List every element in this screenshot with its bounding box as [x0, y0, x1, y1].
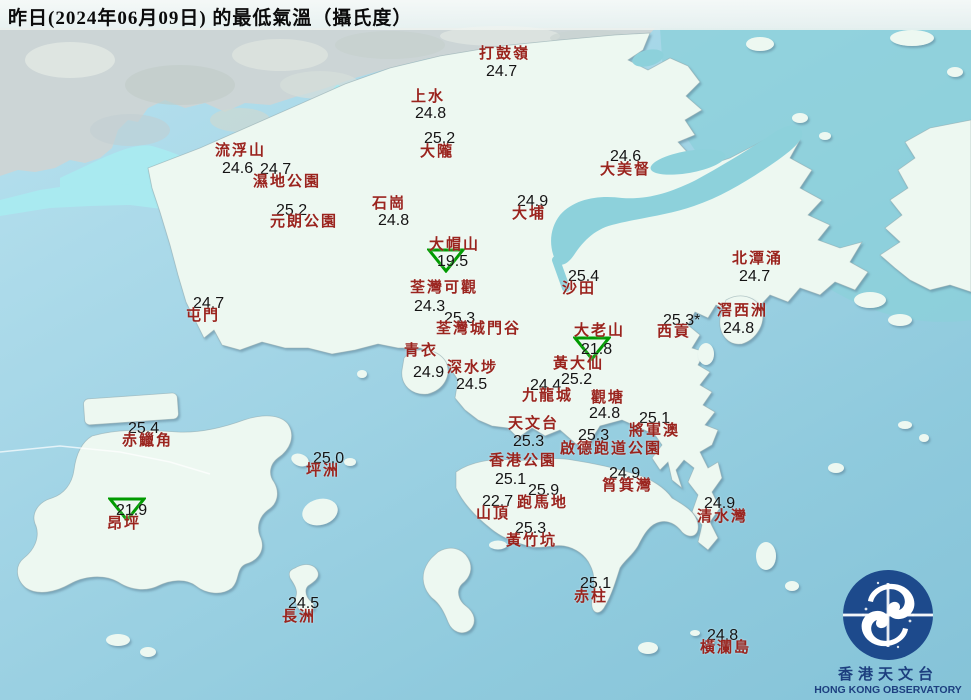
hko-logo-name-en: HONG KONG OBSERVATORY [814, 684, 962, 697]
station-label: 九龍城 [522, 388, 574, 404]
station-label: 觀塘 [591, 390, 626, 406]
station-label: 坪洲 [306, 463, 341, 479]
station-value: 25.2 [561, 371, 593, 388]
hko-min-temperature-map: 昨日(2024年06月09日) 的最低氣溫（攝氏度） 24.7 打鼓嶺 24.8 上水… [0, 0, 971, 700]
station-label: 荃灣城門谷 [436, 321, 522, 337]
station-value: 24.3 [414, 298, 446, 315]
station-label: 滘西洲 [717, 303, 769, 319]
station-label: 赤柱 [574, 589, 609, 605]
station-value: 24.7 [486, 63, 518, 80]
station-label: 黃大仙 [553, 356, 605, 372]
station-label: 清水灣 [697, 509, 749, 525]
station-label: 大隴 [420, 144, 455, 160]
hko-logo-name-zh: 香港天文台 [837, 667, 938, 684]
station-label: 跑馬地 [517, 495, 569, 511]
station-label: 元朗公園 [270, 214, 339, 230]
hko-logo-block: 香港天文台 HONG KONG OBSERVATORY [813, 569, 963, 698]
station-value: 25.3 [513, 433, 545, 450]
station-label: 天文台 [508, 416, 560, 432]
station-label: 大帽山 [429, 237, 481, 253]
station-label: 濕地公園 [253, 174, 322, 190]
station-label: 石崗 [372, 196, 407, 212]
station-label: 赤鱲角 [122, 433, 174, 449]
station-label: 青衣 [404, 343, 439, 359]
station-value: 24.8 [723, 320, 755, 337]
station-value: 24.6 [222, 160, 254, 177]
station-label: 啟德跑道公園 [560, 441, 663, 457]
station-label: 將軍澳 [629, 423, 681, 439]
station-value: 25.1 [495, 471, 527, 488]
station-label: 昂坪 [107, 516, 142, 532]
station-value: 24.5 [456, 376, 488, 393]
station-label: 黃竹坑 [506, 533, 558, 549]
station-value: 24.8 [415, 105, 447, 122]
station-label: 大美督 [600, 162, 652, 178]
station-label: 山頂 [476, 506, 511, 522]
station-label: 荃灣可觀 [410, 280, 479, 296]
title-bar: 昨日(2024年06月09日) 的最低氣溫（攝氏度） [0, 0, 971, 30]
station-label: 大埔 [512, 206, 547, 222]
map-title: 昨日(2024年06月09日) 的最低氣溫（攝氏度） [8, 8, 413, 29]
station-value: 19.5 [437, 253, 469, 270]
station-value: 24.9 [413, 364, 445, 381]
station-label: 北潭涌 [732, 251, 784, 267]
station-value: 24.8 [378, 212, 410, 229]
station-label: 沙田 [562, 281, 597, 297]
station-label: 筲箕灣 [602, 478, 654, 494]
station-label: 橫瀾島 [700, 640, 752, 656]
station-label: 屯門 [186, 308, 221, 324]
station-label: 香港公園 [489, 453, 558, 469]
hko-logo-icon [843, 570, 933, 661]
station-label: 深水埗 [447, 360, 499, 376]
station-label: 流浮山 [215, 143, 267, 159]
station-label: 長洲 [282, 609, 317, 625]
station-label: 西貢 [657, 324, 692, 340]
station-label: 大老山 [574, 323, 626, 339]
station-label: 上水 [411, 89, 446, 105]
station-value: 24.7 [739, 268, 771, 285]
station-value: 24.8 [589, 405, 621, 422]
station-label: 打鼓嶺 [479, 46, 531, 62]
